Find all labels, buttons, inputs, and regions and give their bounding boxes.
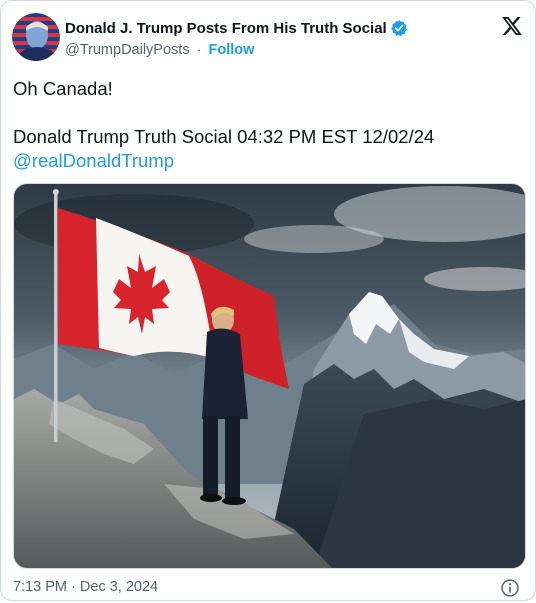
mention-link[interactable]: @realDonaldTrump [13, 150, 174, 171]
follow-button[interactable]: Follow [208, 42, 254, 58]
author-block: Donald J. Trump Posts From His Truth Soc… [65, 18, 465, 58]
tweet-line-2: Donald Trump Truth Social 04:32 PM EST 1… [13, 126, 435, 147]
author-handle[interactable]: @TrumpDailyPosts [65, 42, 190, 58]
author-display-name[interactable]: Donald J. Trump Posts From His Truth Soc… [65, 20, 387, 37]
handle-separator: · [196, 42, 202, 58]
footer-separator: · [71, 579, 76, 595]
info-icon[interactable] [500, 578, 520, 598]
tweet-footer: 7:13 PM · Dec 3, 2024 [13, 579, 158, 595]
tweet-line-1: Oh Canada! [13, 78, 113, 99]
x-logo-icon[interactable] [501, 15, 523, 37]
avatar[interactable] [12, 13, 60, 61]
tweet-card: Donald J. Trump Posts From His Truth Soc… [0, 0, 536, 601]
tweet-text: Oh Canada! Donald Trump Truth Social 04:… [13, 77, 523, 173]
post-time[interactable]: 7:13 PM [13, 579, 67, 595]
tweet-image[interactable] [13, 183, 526, 569]
verified-badge-icon [390, 19, 408, 37]
post-date[interactable]: Dec 3, 2024 [80, 579, 158, 595]
